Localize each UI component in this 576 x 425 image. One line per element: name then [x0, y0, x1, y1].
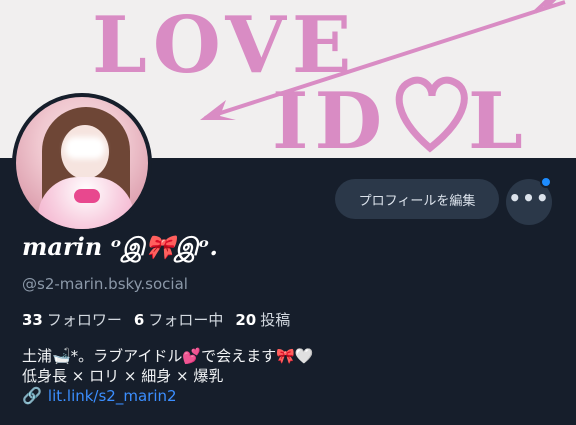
- notification-dot: [540, 176, 552, 188]
- avatar-outfit: [38, 177, 134, 229]
- following-stat[interactable]: 6 フォロー中: [134, 309, 223, 330]
- following-count: 6: [133, 311, 145, 329]
- followers-stat[interactable]: 33 フォロワー: [22, 309, 122, 330]
- avatar-bow: [74, 189, 100, 203]
- posts-label: 投稿: [260, 311, 291, 329]
- posts-count: 20: [235, 311, 257, 329]
- bio-line-2: 低身長 × ロリ × 細身 × 爆乳: [22, 367, 224, 385]
- followers-count: 33: [22, 311, 43, 329]
- handle: @s2-marin.bsky.social: [22, 275, 188, 293]
- avatar[interactable]: [12, 93, 152, 233]
- edit-profile-button[interactable]: プロフィールを編集: [335, 179, 499, 219]
- profile-stats: 33 フォロワー 6 フォロー中 20 投稿: [22, 309, 290, 330]
- following-label: フォロー中: [148, 311, 224, 329]
- banner-text-l: L: [468, 76, 523, 158]
- bio-link-row: 🔗 lit.link/s2_marin2: [22, 386, 313, 406]
- followers-label: フォロワー: [46, 311, 122, 329]
- link-icon: 🔗: [22, 386, 42, 405]
- avatar-face-blur: [65, 137, 105, 159]
- bio-link[interactable]: lit.link/s2_marin2: [48, 386, 177, 406]
- heart-icon: [395, 76, 468, 153]
- profile-bio: 土浦🛁*。ラブアイドル💕で会えます🎀🤍 低身長 × ロリ × 細身 × 爆乳 🔗…: [22, 346, 313, 406]
- bio-line-1: 土浦🛁*。ラブアイドル💕で会えます🎀🤍: [22, 347, 314, 365]
- more-icon: •••: [508, 186, 550, 210]
- display-name: marin ᵒஇ🎀இᵒ.: [22, 232, 218, 261]
- posts-stat: 20 投稿: [235, 309, 290, 330]
- banner-text-id: ID: [272, 76, 388, 158]
